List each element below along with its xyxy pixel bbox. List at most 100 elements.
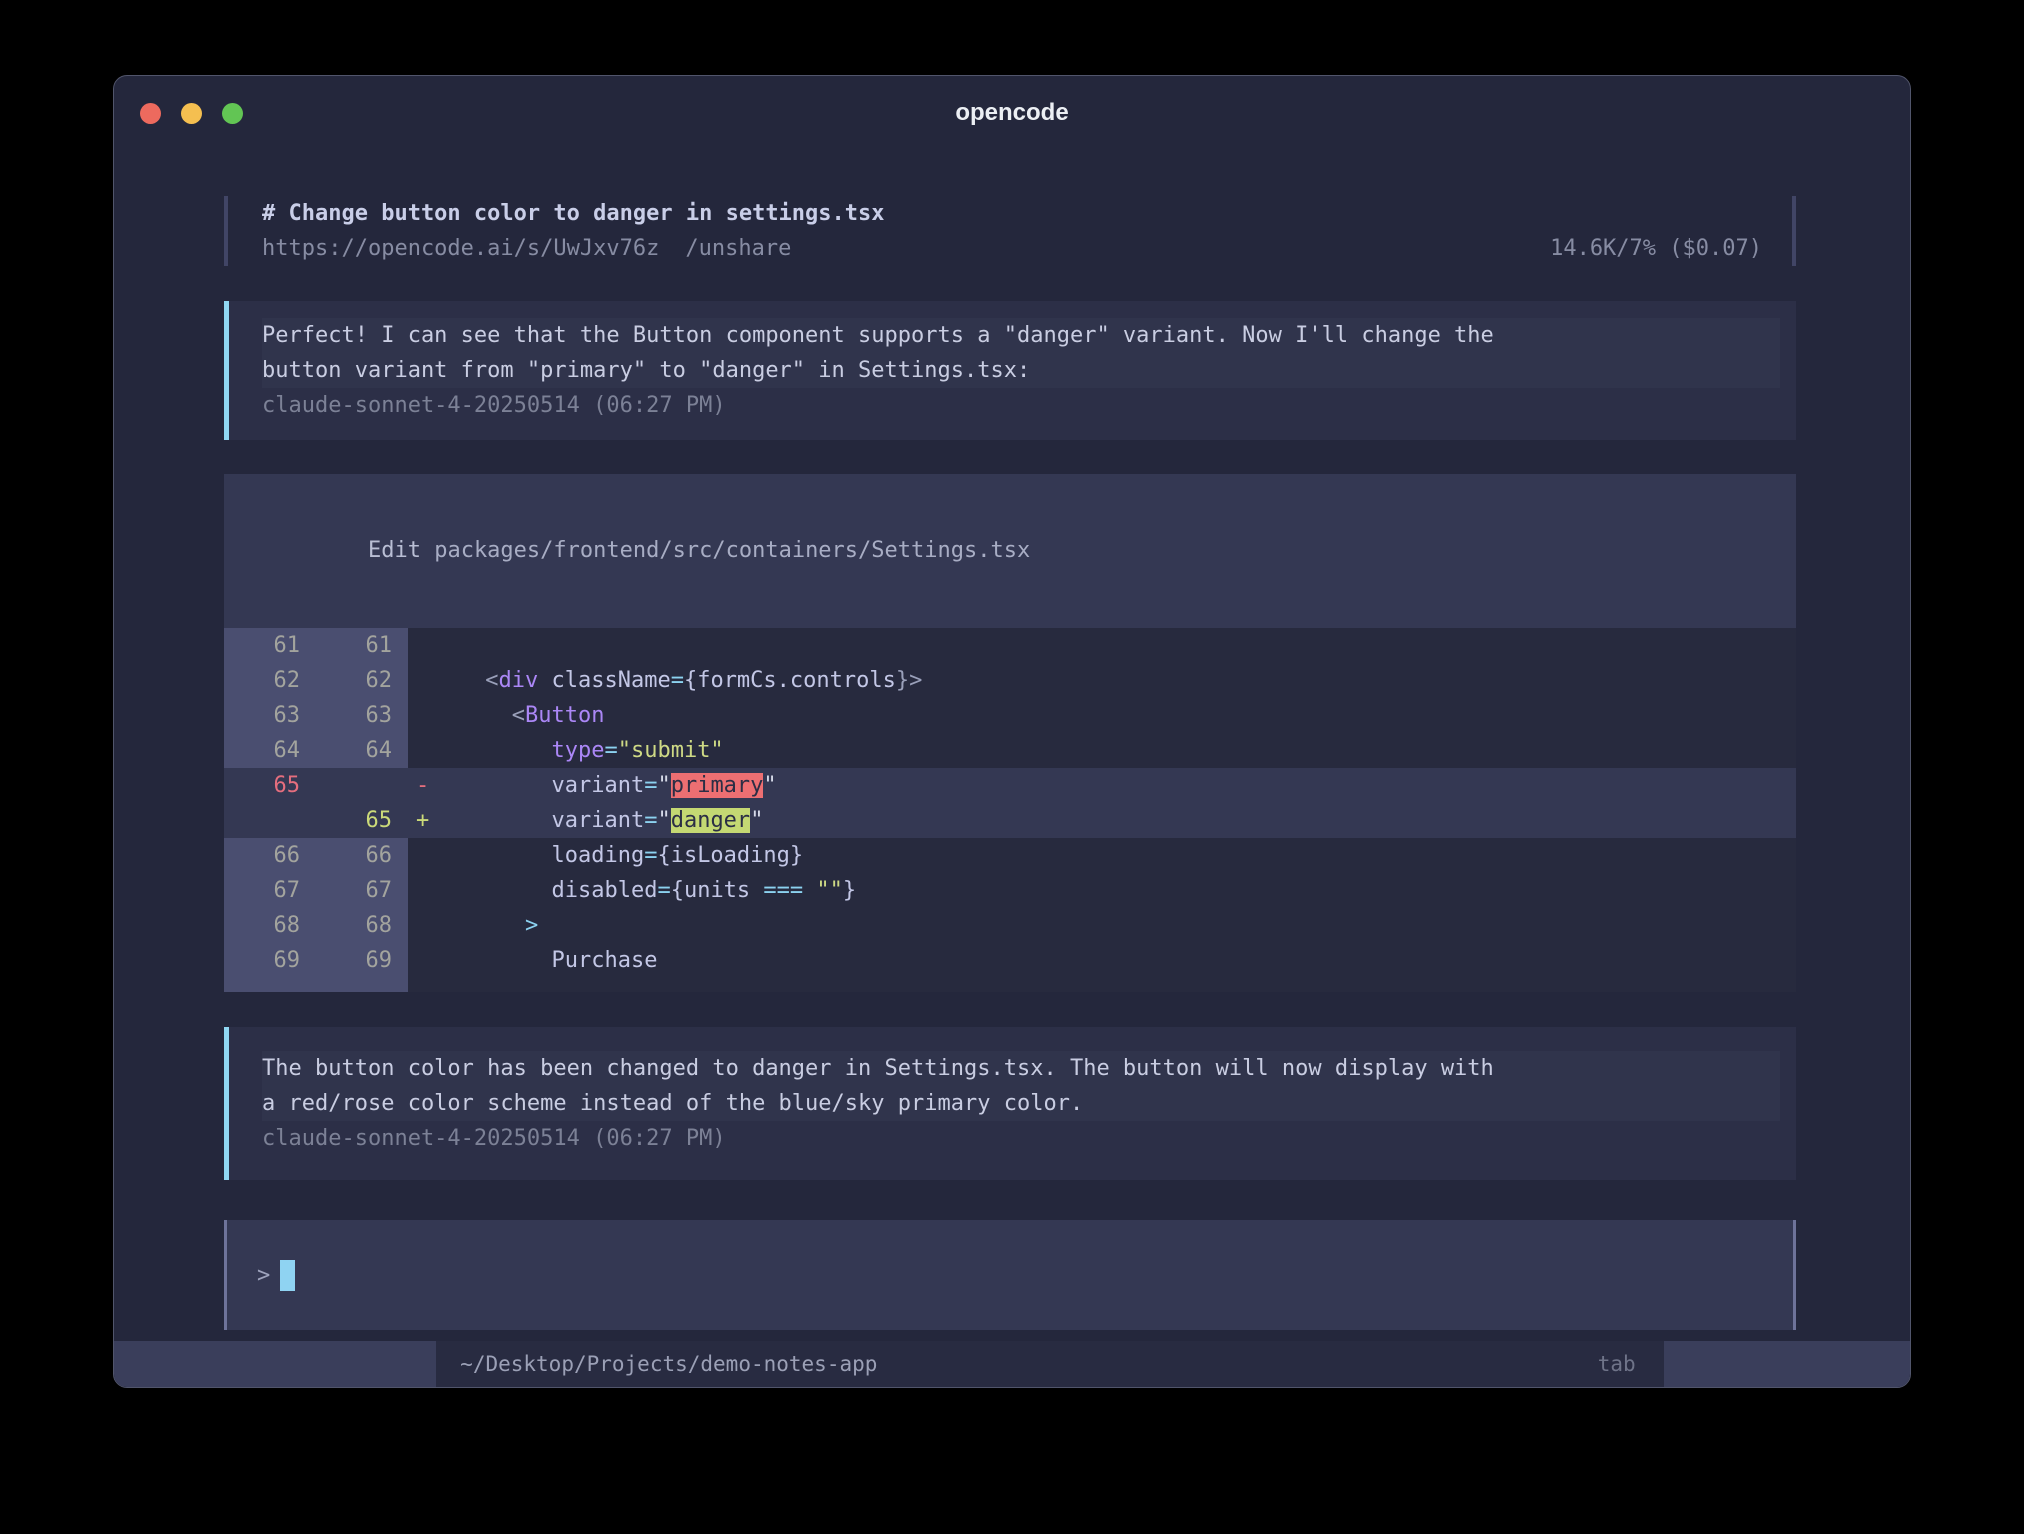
diff-gutter-fill: [224, 978, 316, 992]
message-paragraph: Perfect! I can see that the Button compo…: [262, 318, 1780, 388]
window-title: opencode: [114, 76, 1910, 146]
message-text-line: The button color has been changed to dan…: [262, 1051, 1780, 1086]
diff-code-line: loading={isLoading}: [448, 838, 1796, 873]
diff-change-sign: -: [408, 768, 448, 803]
diff-tail: [224, 978, 1796, 992]
tab-key-hint[interactable]: tab: [1598, 1341, 1636, 1387]
diff-row: 6161: [224, 628, 1796, 663]
code-token: ===: [763, 878, 803, 903]
diff-change-sign: [408, 908, 448, 943]
session-header: # Change button color to danger in setti…: [224, 196, 1796, 266]
code-token: =: [644, 773, 657, 798]
diff-line-number-new: [316, 768, 408, 803]
code-token: ": [657, 808, 670, 833]
diff-row: 6363 <Button: [224, 698, 1796, 733]
diff-change-sign: [408, 943, 448, 978]
diff-code-line: variant="danger": [448, 803, 1796, 838]
code-token: primary: [671, 773, 764, 798]
prompt-input[interactable]: >: [224, 1220, 1796, 1330]
diff-change-sign: +: [408, 803, 448, 838]
diff-change-sign: [408, 838, 448, 873]
title-bar: opencode: [114, 76, 1910, 146]
code-token: [472, 703, 512, 728]
code-token: {isLoading}: [657, 843, 803, 868]
code-token: [472, 738, 551, 763]
diff-row: 6969 Purchase: [224, 943, 1796, 978]
diff-code-line: disabled={units === ""}: [448, 873, 1796, 908]
message-model-meta: claude-sonnet-4-20250514 (06:27 PM): [262, 388, 1780, 423]
diff-table: 61616262 <div className={formCs.controls…: [224, 628, 1796, 978]
diff-line-number-old: 63: [224, 698, 316, 733]
mode-badge[interactable]: BUILD MODE: [1664, 1341, 1910, 1387]
diff-line-number-old: 67: [224, 873, 316, 908]
edit-action-label: Edit: [368, 538, 434, 563]
edit-tool-header: Edit packages/frontend/src/containers/Se…: [224, 474, 1796, 628]
code-token: [472, 878, 551, 903]
code-token: {units: [671, 878, 764, 903]
code-token: ": [750, 808, 763, 833]
diff-line-number-new: 65: [316, 803, 408, 838]
session-title: # Change button color to danger in setti…: [262, 196, 1762, 232]
diff-line-number-new: 66: [316, 838, 408, 873]
diff-change-sign: [408, 698, 448, 733]
code-token: div: [499, 668, 539, 693]
code-token: [472, 948, 551, 973]
message-text-line: Perfect! I can see that the Button compo…: [262, 318, 1780, 353]
message-text-line: a red/rose color scheme instead of the b…: [262, 1086, 1780, 1121]
edit-tool-card: Edit packages/frontend/src/containers/Se…: [224, 474, 1796, 992]
diff-row: 6666 loading={isLoading}: [224, 838, 1796, 873]
diff-change-sign: [408, 663, 448, 698]
app-window: opencode # Change button color to danger…: [113, 75, 1911, 1388]
prompt-char: >: [257, 1263, 270, 1288]
diff-line-number-old: 68: [224, 908, 316, 943]
diff-code-line: <Button: [448, 698, 1796, 733]
share-url[interactable]: https://opencode.ai/s/UwJxv76z: [262, 232, 659, 266]
diff-line-number-new: 64: [316, 733, 408, 768]
diff-gutter-fill: [316, 978, 408, 992]
code-token: Button: [525, 703, 604, 728]
diff-change-sign: [408, 873, 448, 908]
session-subline: https://opencode.ai/s/UwJxv76z /unshare …: [262, 232, 1762, 266]
message-text-line: button variant from "primary" to "danger…: [262, 353, 1780, 388]
message-paragraph: The button color has been changed to dan…: [262, 1051, 1780, 1121]
code-token: [472, 913, 525, 938]
code-token: <: [512, 703, 525, 728]
code-token: Purchase: [551, 948, 657, 973]
diff-row: 6464 type="submit": [224, 733, 1796, 768]
diff-line-number-new: 63: [316, 698, 408, 733]
code-token: {formCs.controls: [684, 668, 896, 693]
code-token: >: [525, 913, 538, 938]
diff-line-number-old: 62: [224, 663, 316, 698]
code-token: className: [538, 668, 670, 693]
diff-change-sign: [408, 733, 448, 768]
code-token: }>: [896, 668, 923, 693]
diff-code-line: [448, 628, 1796, 663]
code-token: "": [816, 878, 843, 903]
diff-row: 65+ variant="danger": [224, 803, 1796, 838]
diff-change-sign: [408, 628, 448, 663]
assistant-message-1: Perfect! I can see that the Button compo…: [224, 301, 1796, 440]
diff-line-number-new: 69: [316, 943, 408, 978]
code-token: [472, 668, 485, 693]
code-token: =: [644, 843, 657, 868]
assistant-message-2: The button color has been changed to dan…: [224, 1027, 1796, 1180]
unshare-command[interactable]: /unshare: [685, 232, 791, 266]
diff-line-number-new: 61: [316, 628, 408, 663]
status-bar: opencode v0.3.11 ~/Desktop/Projects/demo…: [114, 1341, 1910, 1387]
diff-code-line: variant="primary": [448, 768, 1796, 803]
diff-code-line: <div className={formCs.controls}>: [448, 663, 1796, 698]
text-cursor: [280, 1260, 295, 1291]
diff-line-number-new: 62: [316, 663, 408, 698]
code-token: loading: [551, 843, 644, 868]
code-token: =: [657, 878, 670, 903]
code-token: [803, 878, 816, 903]
diff-code-line: type="submit": [448, 733, 1796, 768]
message-model-meta: claude-sonnet-4-20250514 (06:27 PM): [262, 1121, 1780, 1156]
diff-line-number-old: 61: [224, 628, 316, 663]
code-token: disabled: [551, 878, 657, 903]
diff-row: 6767 disabled={units === ""}: [224, 873, 1796, 908]
code-token: =: [644, 808, 657, 833]
edit-file-path: packages/frontend/src/containers/Setting…: [434, 538, 1030, 563]
code-token: type: [551, 738, 604, 763]
diff-row: 65- variant="primary": [224, 768, 1796, 803]
